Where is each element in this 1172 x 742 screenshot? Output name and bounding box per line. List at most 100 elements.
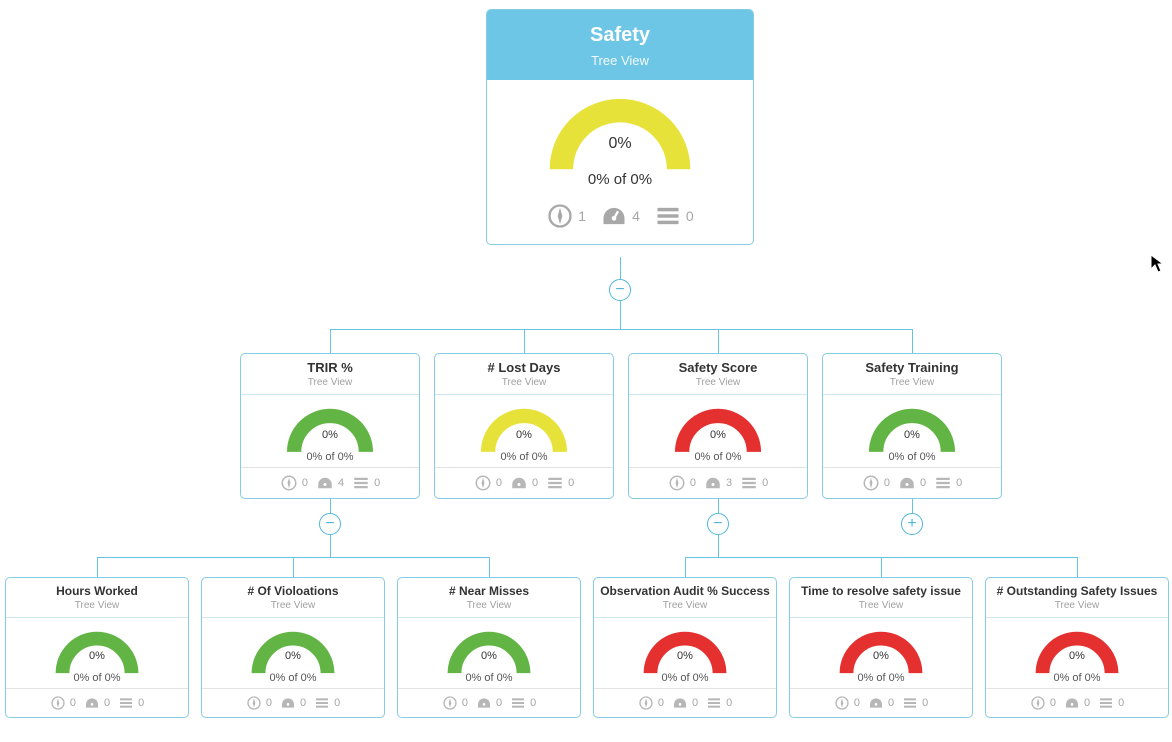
card-subtitle: Tree View	[827, 377, 997, 388]
card-header: TRIR % Tree View	[241, 354, 419, 395]
collapse-toggle-safety-score[interactable]: −	[707, 513, 729, 535]
target-value: 0%	[338, 451, 354, 463]
card-footer: 0 0 0	[6, 688, 188, 717]
gauge-ratio: 0% of 0%	[247, 451, 413, 463]
card-footer: 0 0 0	[435, 467, 613, 498]
list-icon	[654, 202, 682, 230]
stat-list: 0	[1098, 695, 1124, 711]
card-body: 0% 0% of 0%	[241, 395, 419, 467]
stat-list: 0	[510, 695, 536, 711]
connector	[330, 499, 331, 513]
stat-value: 0	[854, 697, 860, 709]
card-body: 0% 0% of 0%	[6, 618, 188, 688]
of-label: of	[484, 672, 493, 684]
stat-value: 0	[334, 697, 340, 709]
stat-value: 0	[496, 477, 502, 489]
expand-toggle-safety-training[interactable]: +	[901, 513, 923, 535]
node-hours-worked[interactable]: Hours Worked Tree View 0% 0% of 0% 0 0 0	[5, 577, 189, 718]
stat-value: 0	[762, 477, 768, 489]
stat-value: 0	[726, 697, 732, 709]
of-label: of	[713, 451, 722, 463]
dashboard-icon	[704, 474, 722, 492]
card-footer: 0 3 0	[629, 467, 807, 498]
actual-value: 0%	[661, 672, 677, 684]
card-title: # Of Violoations	[206, 584, 380, 598]
stat-value: 0	[462, 697, 468, 709]
gauge-ratio: 0% of 0%	[796, 672, 966, 684]
card-title: Observation Audit % Success	[598, 584, 772, 598]
stat-dashboard: 0	[672, 695, 698, 711]
card-footer: 1 4 0	[487, 192, 753, 244]
card-body: 0% 0% of 0%	[594, 618, 776, 688]
list-icon	[934, 474, 952, 492]
compass-icon	[1030, 695, 1046, 711]
card-subtitle: Tree View	[439, 377, 609, 388]
of-label: of	[907, 451, 916, 463]
of-label: of	[1072, 672, 1081, 684]
of-label: of	[92, 672, 101, 684]
stat-value: 0	[692, 697, 698, 709]
stat-value: 0	[922, 697, 928, 709]
stat-value: 0	[920, 477, 926, 489]
card-title: Safety	[491, 24, 749, 47]
node-lost-days[interactable]: # Lost Days Tree View 0% 0% of 0% 0 0 0	[434, 353, 614, 499]
node-violations[interactable]: # Of Violoations Tree View 0% 0% of 0% 0…	[201, 577, 385, 718]
node-resolve-time[interactable]: Time to resolve safety issue Tree View 0…	[789, 577, 973, 718]
node-near-misses[interactable]: # Near Misses Tree View 0% 0% of 0% 0 0 …	[397, 577, 581, 718]
stat-list: 0	[706, 695, 732, 711]
collapse-toggle-root[interactable]: −	[609, 279, 631, 301]
gauge-ratio: 0% of 0%	[829, 451, 995, 463]
stat-value: 0	[658, 697, 664, 709]
stat-dashboard: 0	[280, 695, 306, 711]
gauge-value: 0%	[829, 429, 995, 441]
card-body: 0% 0% of 0%	[202, 618, 384, 688]
actual-value: 0%	[306, 451, 322, 463]
collapse-toggle-trir[interactable]: −	[319, 513, 341, 535]
node-outstanding-issues[interactable]: # Outstanding Safety Issues Tree View 0%…	[985, 577, 1169, 718]
node-safety-training[interactable]: Safety Training Tree View 0% 0% of 0% 0 …	[822, 353, 1002, 499]
gauge-value: 0%	[635, 429, 801, 441]
stat-compass: 1	[546, 202, 586, 230]
stat-value: 0	[532, 477, 538, 489]
stat-value: 0	[266, 697, 272, 709]
node-safety[interactable]: Safety Tree View 0% 0% of 0% 1 4 0	[486, 9, 754, 245]
card-subtitle: Tree View	[206, 600, 380, 611]
node-obs-audit[interactable]: Observation Audit % Success Tree View 0%…	[593, 577, 777, 718]
gauge-ratio: 0% of 0%	[635, 451, 801, 463]
dashboard-icon	[84, 695, 100, 711]
stat-dashboard: 0	[510, 474, 538, 492]
card-body: 0% 0% of 0%	[823, 395, 1001, 467]
card-header: Hours Worked Tree View	[6, 578, 188, 618]
card-title: Safety Score	[633, 360, 803, 375]
stat-list: 0	[352, 474, 380, 492]
node-safety-score[interactable]: Safety Score Tree View 0% 0% of 0% 0 3 0	[628, 353, 808, 499]
compass-icon	[50, 695, 66, 711]
target-value: 0%	[920, 451, 936, 463]
stat-value: 0	[956, 477, 962, 489]
dashboard-icon	[1064, 695, 1080, 711]
stat-value: 0	[1118, 697, 1124, 709]
stat-dashboard: 0	[84, 695, 110, 711]
card-footer: 0 0 0	[790, 688, 972, 717]
connector	[97, 557, 98, 577]
of-label: of	[876, 672, 885, 684]
stat-dashboard: 3	[704, 474, 732, 492]
stat-value: 0	[530, 697, 536, 709]
gauge-ratio: 0% of 0%	[493, 171, 747, 188]
stat-value: 0	[138, 697, 144, 709]
dashboard-icon	[672, 695, 688, 711]
connector	[524, 329, 525, 353]
card-header: # Of Violoations Tree View	[202, 578, 384, 618]
stat-compass: 0	[862, 474, 890, 492]
stat-value: 0	[1084, 697, 1090, 709]
stat-value: 0	[104, 697, 110, 709]
stat-dashboard: 4	[316, 474, 344, 492]
stat-value: 1	[578, 208, 586, 224]
stat-dashboard: 0	[868, 695, 894, 711]
gauge-value: 0%	[404, 650, 574, 662]
connector	[912, 329, 913, 353]
target-value: 0%	[889, 672, 905, 684]
card-header: Safety Training Tree View	[823, 354, 1001, 395]
stat-compass: 0	[1030, 695, 1056, 711]
node-trir[interactable]: TRIR % Tree View 0% 0% of 0% 0 4 0	[240, 353, 420, 499]
